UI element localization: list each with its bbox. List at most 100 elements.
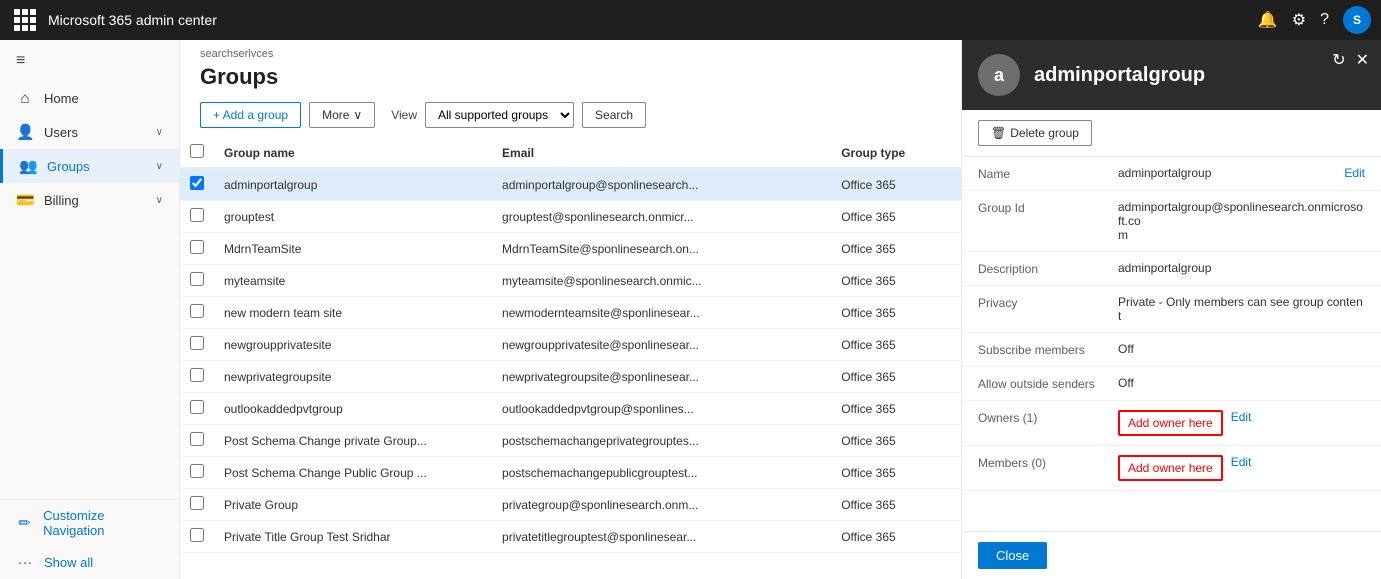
table-row[interactable]: Post Schema Change Public Group ... post… xyxy=(180,457,961,489)
row-checkbox[interactable] xyxy=(190,336,204,350)
table-row[interactable]: MdrnTeamSite MdrnTeamSite@sponlinesearch… xyxy=(180,233,961,265)
col-group-type: Group type xyxy=(831,138,961,168)
detail-label-privacy: Privacy xyxy=(978,295,1118,310)
table-row[interactable]: outlookaddedpvtgroup outlookaddedpvtgrou… xyxy=(180,393,961,425)
row-group-type: Office 365 xyxy=(831,329,961,361)
detail-value-privacy: Private - Only members can see group con… xyxy=(1118,295,1365,323)
table-row[interactable]: Private Group privategroup@sponlinesearc… xyxy=(180,489,961,521)
row-checkbox[interactable] xyxy=(190,176,204,190)
close-button[interactable]: Close xyxy=(978,542,1047,569)
refresh-button[interactable]: ↻ xyxy=(1332,50,1345,70)
row-email: postschemachangepublicgrouptest... xyxy=(492,457,831,489)
more-button[interactable]: More ∨ xyxy=(309,102,375,128)
add-owner-box[interactable]: Add owner here xyxy=(1118,410,1223,436)
sidebar-item-home[interactable]: ⌂ Home xyxy=(0,82,179,115)
row-group-type: Office 365 xyxy=(831,393,961,425)
row-email: outlookaddedpvtgroup@sponlines... xyxy=(492,393,831,425)
detail-value-subscribe_members: Off xyxy=(1118,342,1365,356)
more-chevron-icon: ∨ xyxy=(353,108,362,122)
row-group-type: Office 365 xyxy=(831,265,961,297)
row-checkbox[interactable] xyxy=(190,528,204,542)
row-checkbox[interactable] xyxy=(190,432,204,446)
row-checkbox[interactable] xyxy=(190,368,204,382)
detail-row-privacy: Privacy Private - Only members can see g… xyxy=(962,286,1381,333)
row-checkbox[interactable] xyxy=(190,272,204,286)
add-owner-box[interactable]: Add owner here xyxy=(1118,455,1223,481)
row-checkbox[interactable] xyxy=(190,304,204,318)
detail-row-subscribe_members: Subscribe members Off xyxy=(962,333,1381,367)
sidebar-item-showall[interactable]: ··· Show all xyxy=(0,546,179,579)
sidebar-item-groups-label: Groups xyxy=(47,159,90,174)
detail-value-description: adminportalgroup xyxy=(1118,261,1365,275)
row-checkbox[interactable] xyxy=(190,400,204,414)
row-email: adminportalgroup@sponlinesearch... xyxy=(492,168,831,201)
row-group-type: Office 365 xyxy=(831,425,961,457)
row-group-name: Post Schema Change private Group... xyxy=(214,425,492,457)
table-row[interactable]: grouptest grouptest@sponlinesearch.onmic… xyxy=(180,201,961,233)
search-button[interactable]: Search xyxy=(582,102,646,128)
detail-label-group_id: Group Id xyxy=(978,200,1118,215)
view-select[interactable]: All supported groups xyxy=(425,102,574,128)
sidebar-item-groups[interactable]: 👥 Groups ∨ xyxy=(0,149,179,183)
row-group-type: Office 365 xyxy=(831,457,961,489)
hamburger-button[interactable]: ≡ xyxy=(0,40,179,82)
row-group-type: Office 365 xyxy=(831,489,961,521)
waffle-icon[interactable] xyxy=(10,5,40,35)
settings-icon[interactable]: ⚙ xyxy=(1292,10,1306,30)
main-panel: searchserivces Groups + Add a group More… xyxy=(180,40,961,579)
row-group-name: myteamsite xyxy=(214,265,492,297)
detail-label-owners: Owners (1) xyxy=(978,410,1118,425)
row-group-type: Office 365 xyxy=(831,201,961,233)
detail-row-group_id: Group Id adminportalgroup@sponlinesearch… xyxy=(962,191,1381,252)
sidebar-item-home-label: Home xyxy=(44,91,79,106)
sidebar-item-users-label: Users xyxy=(44,125,78,140)
row-email: MdrnTeamSite@sponlinesearch.on... xyxy=(492,233,831,265)
edit-link-owners[interactable]: Edit xyxy=(1231,410,1252,424)
detail-value-group_id: adminportalgroup@sponlinesearch.onmicros… xyxy=(1118,200,1365,242)
row-group-name: Private Title Group Test Sridhar xyxy=(214,521,492,553)
content-area: searchserivces Groups + Add a group More… xyxy=(180,40,1381,579)
detail-header-actions: ↻ ✕ xyxy=(1332,50,1369,70)
row-email: privategroup@sponlinesearch.onm... xyxy=(492,489,831,521)
row-checkbox[interactable] xyxy=(190,240,204,254)
row-email: myteamsite@sponlinesearch.onmic... xyxy=(492,265,831,297)
sidebar-item-customize[interactable]: ✏ Customize Navigation xyxy=(0,500,179,546)
notification-icon[interactable]: 🔔 xyxy=(1258,10,1278,30)
delete-group-button[interactable]: 🗑 Delete group xyxy=(978,120,1092,146)
row-checkbox[interactable] xyxy=(190,464,204,478)
table-row[interactable]: adminportalgroup adminportalgroup@sponli… xyxy=(180,168,961,201)
row-group-name: new modern team site xyxy=(214,297,492,329)
table-row[interactable]: Post Schema Change private Group... post… xyxy=(180,425,961,457)
edit-link-members[interactable]: Edit xyxy=(1231,455,1252,469)
edit-link-name[interactable]: Edit xyxy=(1344,166,1365,180)
row-email: privatetitlegrouptest@sponlinesear... xyxy=(492,521,831,553)
topbar-icons: 🔔 ⚙ ? S xyxy=(1258,6,1371,34)
row-group-name: newgroupprivatesite xyxy=(214,329,492,361)
detail-footer: Close xyxy=(962,531,1381,579)
table-row[interactable]: myteamsite myteamsite@sponlinesearch.onm… xyxy=(180,265,961,297)
row-checkbox[interactable] xyxy=(190,208,204,222)
user-avatar[interactable]: S xyxy=(1343,6,1371,34)
detail-row-members: Members (0) Add owner here Edit xyxy=(962,446,1381,491)
detail-value-name: adminportalgroup xyxy=(1118,166,1336,180)
add-group-button[interactable]: + Add a group xyxy=(200,102,301,128)
sidebar-item-billing[interactable]: 💳 Billing ∨ xyxy=(0,183,179,217)
more-button-label: More xyxy=(322,108,349,122)
delete-group-label: Delete group xyxy=(1010,126,1079,140)
help-icon[interactable]: ? xyxy=(1320,11,1329,29)
detail-row-allow_outside_senders: Allow outside senders Off xyxy=(962,367,1381,401)
detail-value-allow_outside_senders: Off xyxy=(1118,376,1365,390)
table-row[interactable]: newprivategroupsite newprivategroupsite@… xyxy=(180,361,961,393)
table-row[interactable]: newgroupprivatesite newgroupprivatesite@… xyxy=(180,329,961,361)
row-email: newprivategroupsite@sponlinesear... xyxy=(492,361,831,393)
groups-chevron-icon: ∨ xyxy=(156,161,163,172)
detail-group-name: adminportalgroup xyxy=(1034,64,1365,87)
sidebar-item-users[interactable]: 👤 Users ∨ xyxy=(0,115,179,149)
row-checkbox[interactable] xyxy=(190,496,204,510)
row-group-type: Office 365 xyxy=(831,297,961,329)
table-row[interactable]: new modern team site newmodernteamsite@s… xyxy=(180,297,961,329)
detail-header: a adminportalgroup ↻ ✕ xyxy=(962,40,1381,110)
table-row[interactable]: Private Title Group Test Sridhar private… xyxy=(180,521,961,553)
select-all-checkbox[interactable] xyxy=(190,144,204,158)
close-panel-button[interactable]: ✕ xyxy=(1356,50,1369,70)
